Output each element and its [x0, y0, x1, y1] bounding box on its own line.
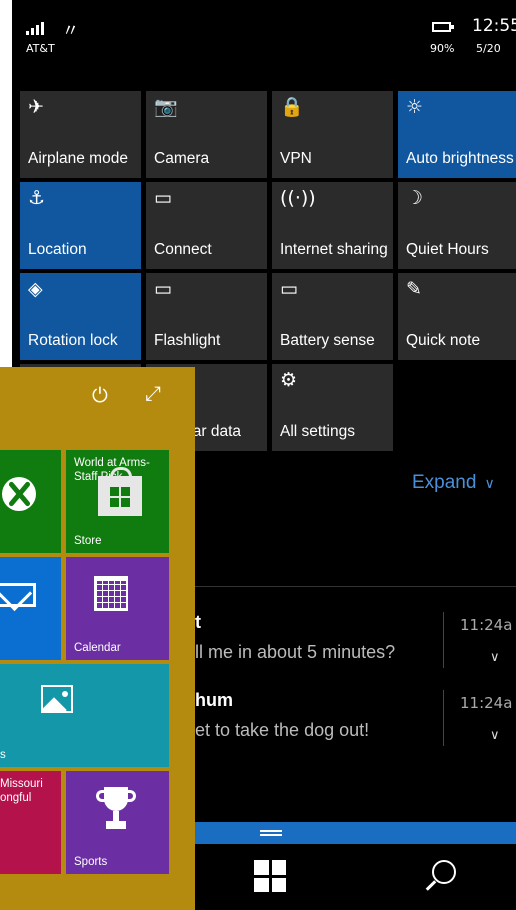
- tile-label: Calendar: [74, 642, 121, 654]
- quick-action-label: Quiet Hours: [406, 241, 489, 258]
- connect-icon: ▭: [154, 187, 172, 209]
- gear-icon: ⚙: [280, 369, 298, 391]
- notification-title: hum: [195, 690, 233, 710]
- carrier-name: AT&T: [26, 42, 55, 55]
- wifi-icon: 〃: [62, 21, 79, 41]
- notification-message: ll me in about 5 minutes?: [195, 642, 396, 662]
- expand-button[interactable]: Expand ∨: [412, 472, 495, 494]
- quick-action-quick-note[interactable]: ✎ Quick note: [398, 273, 516, 360]
- quick-action-label: Location: [28, 241, 87, 258]
- quick-action-label: Camera: [154, 150, 210, 167]
- tile-label: Store: [74, 535, 102, 547]
- quick-action-label: Airplane mode: [28, 150, 128, 167]
- quick-action-camera[interactable]: 📷 Camera: [146, 91, 267, 178]
- flashlight-icon: ▭: [154, 278, 172, 300]
- quick-action-battery-sense[interactable]: ▭ Battery sense: [272, 273, 393, 360]
- camera-icon: 📷: [154, 96, 178, 118]
- rotation-icon: ◈: [28, 278, 43, 300]
- tile-news[interactable]: Missouri ongful: [0, 771, 61, 874]
- notification-title: t: [195, 612, 201, 632]
- quick-action-all-settings[interactable]: ⚙ All settings: [272, 364, 393, 451]
- tile-label: s: [0, 749, 6, 761]
- quick-action-location[interactable]: ⚓ Location: [20, 182, 141, 269]
- tile-sports[interactable]: Sports: [66, 771, 169, 874]
- quick-action-label: VPN: [280, 150, 312, 167]
- quick-action-label: Battery sense: [280, 332, 375, 349]
- chevron-down-icon: ∨: [484, 475, 495, 491]
- start-menu: ⏻ ⤢ World at Arms- Staff Pick Store Cale…: [0, 367, 195, 910]
- calendar-icon: [94, 576, 128, 611]
- xbox-icon: [2, 477, 36, 511]
- chevron-down-icon[interactable]: ∨: [490, 650, 500, 665]
- notification-separator: [443, 612, 444, 668]
- location-icon: ⚓: [28, 187, 46, 209]
- airplane-icon: ✈: [28, 96, 44, 118]
- status-bar: 〃 AT&T 12:55 90% 5/20: [12, 0, 516, 80]
- quick-action-internet-sharing[interactable]: ((·)) Internet sharing: [272, 182, 393, 269]
- power-icon[interactable]: ⏻: [92, 383, 108, 407]
- moon-icon: ☽: [406, 187, 424, 209]
- note-icon: ✎: [406, 278, 422, 300]
- quick-action-label: Flashlight: [154, 332, 221, 349]
- tile-label: Sports: [74, 856, 108, 868]
- quick-action-rotation-lock[interactable]: ◈ Rotation lock: [20, 273, 141, 360]
- brightness-icon: ☼: [406, 96, 424, 118]
- battery-icon: ▭: [280, 278, 298, 300]
- notification-time: 11:24a: [460, 694, 513, 712]
- expand-label: Expand: [412, 472, 477, 493]
- notification-separator: [443, 690, 444, 746]
- tile-photos[interactable]: s: [0, 664, 169, 767]
- clock: 12:55: [472, 16, 516, 36]
- hotspot-icon: ((·)): [280, 187, 316, 209]
- quick-action-label: Auto brightness: [406, 150, 514, 167]
- tile-mail[interactable]: [0, 557, 61, 660]
- battery-icon: [432, 22, 454, 32]
- quick-action-label: Rotation lock: [28, 332, 118, 349]
- quick-action-auto-brightness[interactable]: ☼ Auto brightness: [398, 91, 516, 178]
- quick-action-connect[interactable]: ▭ Connect: [146, 182, 267, 269]
- quick-action-vpn[interactable]: 🔒 VPN: [272, 91, 393, 178]
- notification-time: 11:24a: [460, 616, 513, 634]
- windows-start-icon[interactable]: [254, 860, 286, 892]
- date: 5/20: [476, 42, 501, 55]
- quick-action-label: Quick note: [406, 332, 481, 349]
- lock-icon: 🔒: [280, 96, 304, 118]
- trophy-icon: [96, 787, 136, 833]
- grip-icon: [260, 830, 282, 832]
- quick-action-label: Internet sharing: [280, 241, 388, 258]
- tile-xbox[interactable]: [0, 450, 61, 553]
- chevron-down-icon[interactable]: ∨: [490, 728, 500, 743]
- signal-icon: [26, 22, 44, 35]
- store-bag-icon: [98, 467, 142, 516]
- quick-action-flashlight[interactable]: ▭ Flashlight: [146, 273, 267, 360]
- tile-calendar[interactable]: Calendar: [66, 557, 169, 660]
- news-live-text: Missouri ongful: [0, 778, 43, 804]
- quick-action-quiet-hours[interactable]: ☽ Quiet Hours: [398, 182, 516, 269]
- quick-action-airplane-mode[interactable]: ✈ Airplane mode: [20, 91, 141, 178]
- photos-icon: [41, 685, 73, 713]
- mail-icon: [0, 583, 36, 607]
- fullscreen-expand-icon[interactable]: ⤢: [145, 381, 161, 405]
- battery-percent: 90%: [430, 42, 455, 55]
- search-icon[interactable]: [432, 860, 456, 884]
- quick-action-label: Connect: [154, 241, 212, 258]
- notification-message: et to take the dog out!: [195, 720, 370, 740]
- quick-action-label: All settings: [280, 423, 355, 440]
- tile-store[interactable]: World at Arms- Staff Pick Store: [66, 450, 169, 553]
